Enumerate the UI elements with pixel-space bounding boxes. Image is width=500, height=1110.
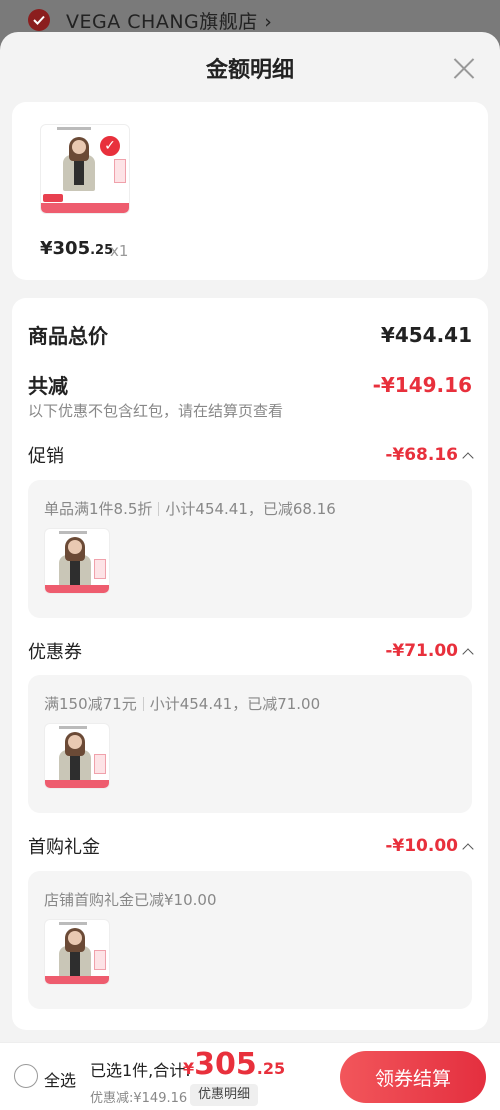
first-purchase-value: -¥10.00	[385, 836, 474, 856]
chevron-up-icon[interactable]	[462, 842, 474, 855]
selected-check-icon[interactable]: ✓	[98, 134, 122, 158]
total-discount-value: -¥149.16	[372, 372, 472, 397]
sheet-title: 金额明细	[205, 58, 294, 83]
shop-name[interactable]: VEGA CHANG旗舰店 ›	[66, 7, 272, 34]
item-price: ¥305.25	[40, 238, 114, 259]
goods-total-label: 商品总价	[28, 324, 108, 348]
coupon-row[interactable]: 优惠券 -¥71.00	[28, 638, 474, 664]
checkout-button[interactable]: 领券结算	[340, 1051, 486, 1103]
selected-info: 已选1件,合计:	[90, 1061, 191, 1080]
goods-total-value: ¥454.41	[380, 322, 472, 347]
select-all-label[interactable]: 全选	[44, 1067, 76, 1091]
shop-check-icon	[28, 9, 50, 31]
checkout-bar: 全选 已选1件,合计: ¥305.25 优惠减:¥149.16 优惠明细 领券结…	[0, 1042, 500, 1110]
discount-summary: 优惠减:¥149.16	[90, 1091, 188, 1106]
sheet-header: 金额明细	[0, 32, 500, 104]
summary-card: 商品总价 ¥454.41 共减 -¥149.16 以下优惠不包含红包，请在结算页…	[12, 298, 488, 1030]
chevron-up-icon[interactable]	[462, 647, 474, 660]
goods-total-row: 商品总价 ¥454.41	[28, 320, 472, 349]
product-card: ✓ ¥305.25 x1	[12, 102, 488, 280]
item-quantity: x1	[110, 242, 129, 260]
coupon-value: -¥71.00	[385, 641, 474, 661]
first-purchase-row[interactable]: 首购礼金 -¥10.00	[28, 833, 474, 859]
first-purchase-detail-box: 店铺首购礼金已减¥10.00	[28, 871, 472, 1009]
select-all-radio[interactable]	[14, 1064, 38, 1088]
coupon-detail-box: 满150减71元 小计454.41，已减71.00	[28, 675, 472, 813]
promotion-detail-box: 单品满1件8.5折 小计454.41，已减68.16	[28, 480, 472, 618]
promotion-product-thumbnail[interactable]	[44, 528, 110, 594]
promotion-row[interactable]: 促销 -¥68.16	[28, 442, 474, 468]
first-purchase-product-thumbnail[interactable]	[44, 919, 110, 985]
total-discount-label: 共减	[28, 374, 68, 398]
first-purchase-label: 首购礼金	[28, 837, 100, 858]
coupon-label: 优惠券	[28, 642, 82, 663]
total-amount: ¥305.25	[183, 1047, 286, 1082]
promotion-detail-text: 单品满1件8.5折 小计454.41，已减68.16	[44, 500, 336, 518]
promotion-label: 促销	[28, 446, 64, 467]
promotion-value: -¥68.16	[385, 445, 474, 465]
discount-detail-button[interactable]: 优惠明细	[190, 1084, 259, 1106]
discount-note: 以下优惠不包含红包，请在结算页查看	[28, 402, 284, 420]
coupon-detail-text: 满150减71元 小计454.41，已减71.00	[44, 695, 321, 713]
amount-detail-sheet: 金额明细 ✓ ¥305.25 x1 商品总价 ¥454.41 共减 -¥149.…	[0, 32, 500, 1110]
coupon-product-thumbnail[interactable]	[44, 723, 110, 789]
chevron-up-icon[interactable]	[462, 451, 474, 464]
first-purchase-detail-text: 店铺首购礼金已减¥10.00	[44, 891, 217, 909]
close-icon[interactable]	[452, 56, 476, 80]
total-discount-row: 共减 -¥149.16	[28, 370, 472, 399]
